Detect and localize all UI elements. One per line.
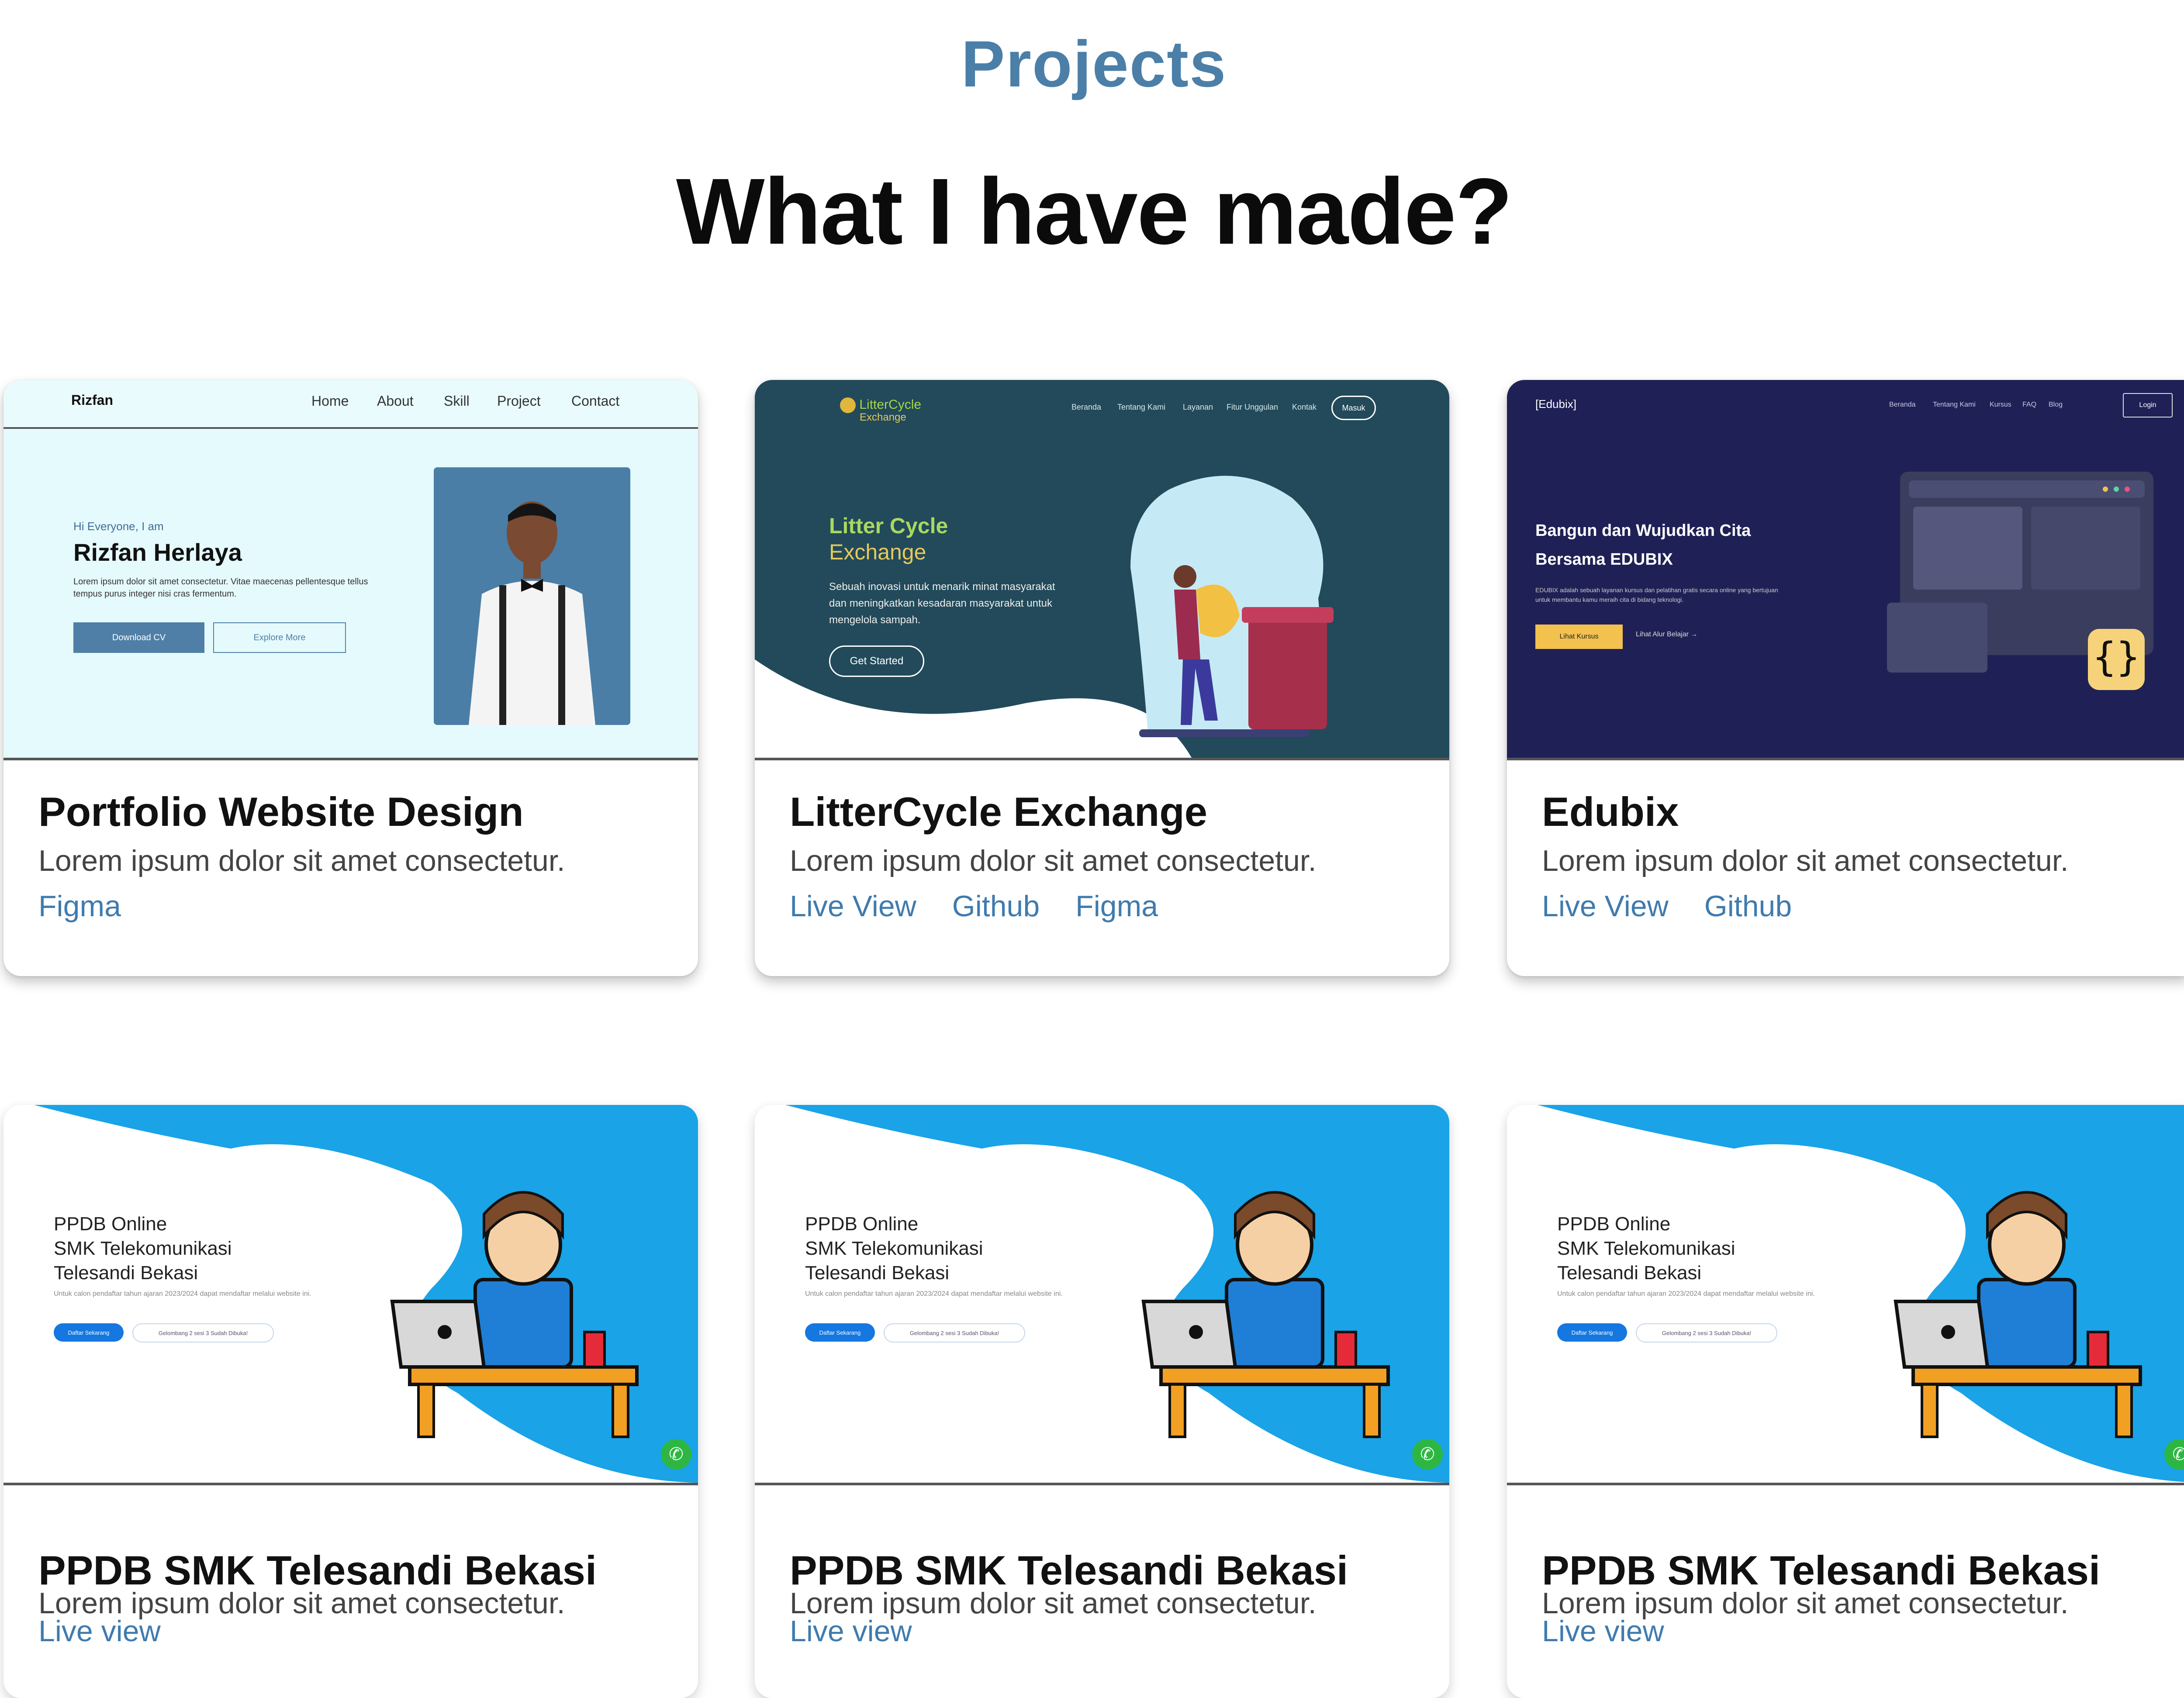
thumb-hero-text: Sebuah inovasi untuk menarik minat masya… — [829, 581, 1055, 626]
thumb-wave-badge: Gelombang 2 sesi 3 Sudah Dibuka! — [132, 1323, 274, 1343]
hero-line-1: PPDB Online — [805, 1213, 919, 1235]
thumb-nav-faq: FAQ — [2022, 401, 2037, 408]
project-links: Live View Github — [1542, 889, 1792, 923]
project-description: Lorem ipsum dolor sit amet consectetur. — [1542, 844, 2069, 877]
thumb-nav-project: Project — [497, 393, 541, 409]
whatsapp-icon: ✆ — [1412, 1439, 1443, 1470]
thumb-hero-title: Bangun dan Wujudkan Cita Bersama EDUBIX — [1535, 521, 1751, 569]
project-links: Live View Github Figma — [790, 889, 1158, 923]
project-links: Live view — [790, 1614, 912, 1648]
thumb-nav-kursus: Kursus — [1990, 401, 2011, 408]
thumb-hero-title: Litter Cycle — [829, 514, 948, 538]
logo-text-top: LitterCycle — [859, 397, 922, 412]
thumb-hero-text: Untuk calon pendaftar tahun ajaran 2023/… — [805, 1290, 1063, 1298]
thumb-greeting: Hi Everyone, I am — [73, 520, 164, 533]
thumb-logo: [Edubix] — [1535, 397, 1576, 411]
thumb-brand: Rizfan — [71, 392, 113, 408]
project-card-ppdb-1: PPDB Online SMK Telekomunikasi Telesandi… — [3, 1105, 698, 1698]
thumb-logo: LitterCycle — [840, 397, 921, 413]
section-heading: What I have made? — [676, 159, 1513, 264]
project-thumbnail[interactable]: LitterCycle Exchange Beranda Tentang Kam… — [755, 380, 1449, 760]
thumb-nav-tentang: Tentang Kami — [1117, 403, 1166, 411]
hero-line-1: PPDB Online — [54, 1213, 167, 1235]
hero-line-3: Telesandi Bekasi — [54, 1262, 198, 1284]
thumb-register-button: Daftar Sekarang — [805, 1323, 875, 1342]
github-link[interactable]: Github — [1704, 889, 1792, 923]
project-title: Portfolio Website Design — [38, 789, 524, 835]
thumb-nav-beranda: Beranda — [1071, 403, 1102, 411]
project-description: Lorem ipsum dolor sit amet consectetur. — [790, 844, 1317, 877]
project-card-ppdb-2: PPDB Online SMK Telekomunikasi Telesandi… — [755, 1105, 1449, 1698]
thumb-hero-text: Untuk calon pendaftar tahun ajaran 2023/… — [1557, 1290, 1815, 1298]
hero-line-2: SMK Telekomunikasi — [54, 1238, 232, 1259]
project-links: Figma — [38, 889, 121, 923]
project-thumbnail[interactable]: PPDB Online SMK Telekomunikasi Telesandi… — [1507, 1105, 2184, 1485]
portrait-photo — [434, 467, 630, 725]
live-view-link[interactable]: Live view — [1542, 1614, 1664, 1648]
hero-line-3: Telesandi Bekasi — [805, 1262, 950, 1284]
thumb-nav-kontak: Kontak — [1292, 403, 1317, 411]
project-thumbnail[interactable]: [Edubix] Beranda Tentang Kami Kursus FAQ… — [1507, 380, 2184, 760]
thumb-navbar: Rizfan Home About Skill Project Contact — [3, 380, 698, 429]
thumb-nav-skill: Skill — [444, 393, 470, 409]
thumb-explore-button: Explore More — [213, 622, 346, 653]
project-thumbnail[interactable]: PPDB Online SMK Telekomunikasi Telesandi… — [3, 1105, 698, 1485]
logo-icon — [840, 397, 856, 413]
thumb-get-started-button: Get Started — [829, 645, 924, 677]
thumb-nav-contact: Contact — [571, 393, 620, 409]
thumb-hero-title: PPDB Online SMK Telekomunikasi Telesandi… — [1557, 1212, 1735, 1285]
thumb-wave-badge: Gelombang 2 sesi 3 Sudah Dibuka! — [884, 1323, 1025, 1343]
project-card-ppdb-3: PPDB Online SMK Telekomunikasi Telesandi… — [1507, 1105, 2184, 1698]
thumb-learning-path-link: Lihat Alur Belajar → — [1636, 631, 1698, 638]
project-title: LitterCycle Exchange — [790, 789, 1208, 835]
project-links: Live view — [38, 1614, 161, 1648]
logo-text-bottom: Exchange — [860, 411, 906, 423]
thumb-register-button: Daftar Sekarang — [1557, 1323, 1627, 1342]
thumb-hero-text: Untuk calon pendaftar tahun ajaran 2023/… — [54, 1290, 311, 1298]
thumb-nav-fitur: Fitur Unggulan — [1227, 403, 1279, 411]
project-links: Live view — [1542, 1614, 1664, 1648]
hero-line-2: SMK Telekomunikasi — [1557, 1238, 1735, 1259]
code-illustration: {} — [1887, 472, 2153, 690]
thumb-download-cv-button: Download CV — [73, 622, 204, 653]
project-title: Edubix — [1542, 789, 1679, 835]
thumb-nav-blog: Blog — [2049, 401, 2063, 408]
thumb-hero-title: PPDB Online SMK Telekomunikasi Telesandi… — [805, 1212, 983, 1285]
thumb-nav-layanan: Layanan — [1183, 403, 1213, 411]
project-card-littercycle: LitterCycle Exchange Beranda Tentang Kam… — [755, 380, 1449, 976]
thumb-nav-home: Home — [311, 393, 349, 409]
figma-link[interactable]: Figma — [38, 889, 121, 923]
live-view-link[interactable]: Live view — [38, 1614, 161, 1648]
thumb-courses-button: Lihat Kursus — [1535, 625, 1623, 649]
live-view-link[interactable]: Live view — [790, 1614, 912, 1648]
thumb-login-button: Masuk — [1331, 396, 1376, 420]
thumb-login-button: Login — [2123, 393, 2173, 418]
section-kicker: Projects — [961, 27, 1227, 100]
github-link[interactable]: Github — [952, 889, 1040, 923]
thumb-nav-tentang: Tentang Kami — [1933, 401, 1976, 408]
whatsapp-icon: ✆ — [661, 1439, 691, 1470]
thumb-hero-subtitle: Exchange — [829, 540, 926, 564]
thumb-hero-text: EDUBIX adalah sebuah layanan kursus dan … — [1535, 587, 1778, 603]
thumb-wave-badge: Gelombang 2 sesi 3 Sudah Dibuka! — [1636, 1323, 1777, 1343]
hero-line-3: Telesandi Bekasi — [1557, 1262, 1702, 1284]
live-view-link[interactable]: Live View — [790, 889, 916, 923]
thumb-nav-about: About — [377, 393, 414, 409]
svg-text:{}: {} — [2093, 634, 2140, 680]
thumb-nav-beranda: Beranda — [1889, 401, 1916, 408]
project-description: Lorem ipsum dolor sit amet consectetur. — [38, 844, 565, 877]
project-card-portfolio: Rizfan Home About Skill Project Contact … — [3, 380, 698, 976]
project-thumbnail[interactable]: Rizfan Home About Skill Project Contact … — [3, 380, 698, 760]
hero-line-1: PPDB Online — [1557, 1213, 1671, 1235]
thumb-register-button: Daftar Sekarang — [54, 1323, 124, 1342]
live-view-link[interactable]: Live View — [1542, 889, 1669, 923]
thumb-lorem: Lorem ipsum dolor sit amet consectetur. … — [73, 577, 368, 599]
thumb-name: Rizfan Herlaya — [73, 538, 242, 566]
figma-link[interactable]: Figma — [1075, 889, 1158, 923]
thumb-hero-title: PPDB Online SMK Telekomunikasi Telesandi… — [54, 1212, 232, 1285]
hero-line-2: SMK Telekomunikasi — [805, 1238, 983, 1259]
project-card-edubix: [Edubix] Beranda Tentang Kami Kursus FAQ… — [1507, 380, 2184, 976]
project-thumbnail[interactable]: PPDB Online SMK Telekomunikasi Telesandi… — [755, 1105, 1449, 1485]
